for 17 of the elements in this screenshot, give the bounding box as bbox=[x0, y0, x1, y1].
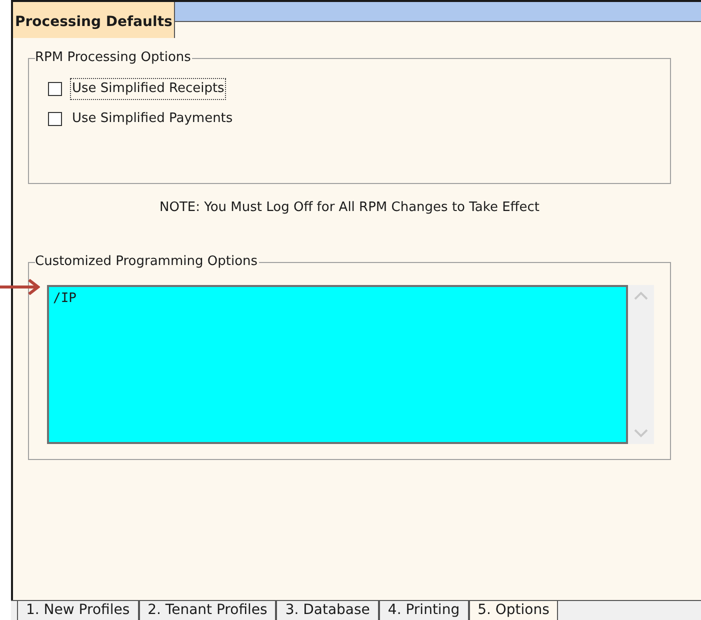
group-title: Customized Programming Options bbox=[35, 252, 259, 270]
checkbox-label[interactable]: Use Simplified Receipts bbox=[71, 79, 226, 99]
tab[interactable]: 3. Database bbox=[276, 601, 379, 620]
tab[interactable]: 5. Options bbox=[468, 601, 558, 620]
arrow-icon bbox=[0, 279, 40, 295]
scroll-up-icon[interactable] bbox=[634, 290, 648, 300]
group-title: RPM Processing Options bbox=[35, 49, 192, 67]
tab[interactable]: 4. Printing bbox=[378, 601, 469, 620]
checkbox-label[interactable]: Use Simplified Payments bbox=[71, 109, 234, 129]
checkbox[interactable] bbox=[48, 82, 62, 96]
note-text: NOTE: You Must Log Off for All RPM Changes to Take Effect bbox=[160, 199, 540, 217]
tab[interactable]: 2. Tenant Profiles bbox=[138, 601, 276, 620]
checkbox[interactable] bbox=[48, 112, 62, 126]
scroll-down-icon[interactable] bbox=[634, 428, 648, 438]
scrollbar[interactable] bbox=[628, 284, 654, 444]
text-area[interactable]: /IP bbox=[47, 284, 628, 444]
tab[interactable]: 1. New Profiles bbox=[17, 601, 139, 620]
